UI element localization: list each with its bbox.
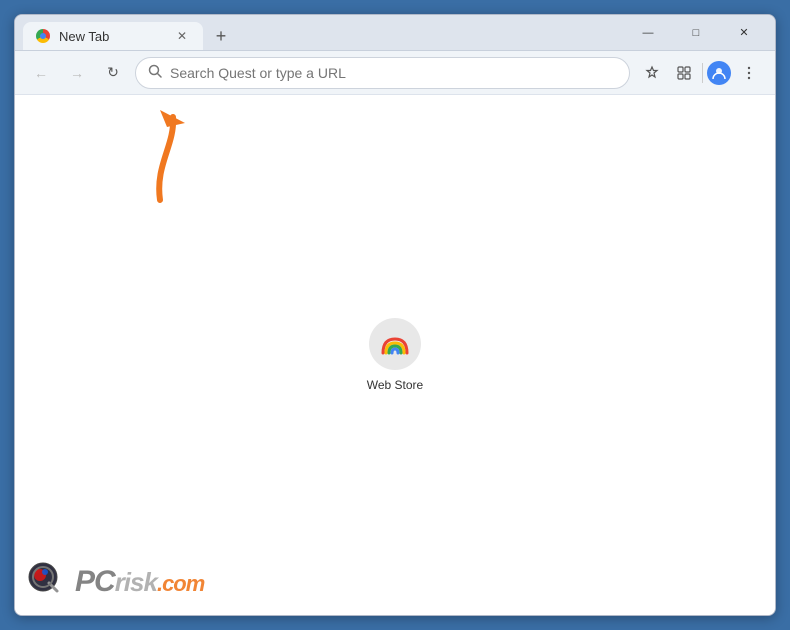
refresh-button[interactable]: ↻	[99, 59, 127, 87]
nav-actions	[638, 59, 763, 87]
browser-content: Web Store PCrisk.com	[15, 95, 775, 615]
tab-close-button[interactable]: ✕	[173, 27, 191, 45]
nav-divider	[702, 63, 703, 83]
profile-avatar[interactable]	[707, 61, 731, 85]
window-controls: — □ ✕	[625, 15, 767, 51]
url-input[interactable]	[170, 65, 617, 81]
watermark-text-block: PCrisk.com	[75, 567, 204, 597]
extensions-button[interactable]	[670, 59, 698, 87]
tab-strip: New Tab ✕ +	[23, 15, 621, 50]
pcrisk-logo	[27, 561, 69, 603]
nav-bar: ← → ↻	[15, 51, 775, 95]
title-bar: New Tab ✕ + — □ ✕	[15, 15, 775, 51]
search-icon	[148, 64, 162, 81]
tab-title: New Tab	[59, 29, 165, 44]
webstore-label: Web Store	[367, 378, 423, 392]
address-bar[interactable]	[135, 57, 630, 89]
webstore-icon	[379, 333, 411, 355]
arrow-annotation	[105, 105, 195, 220]
close-button[interactable]: ✕	[721, 15, 767, 51]
webstore-shortcut[interactable]: Web Store	[367, 318, 423, 392]
bookmark-button[interactable]	[638, 59, 666, 87]
tab-favicon	[35, 28, 51, 44]
webstore-icon-container	[369, 318, 421, 370]
forward-button[interactable]: →	[63, 59, 91, 87]
shortcuts-area: Web Store	[367, 318, 423, 392]
watermark-risk: risk	[115, 569, 157, 595]
active-tab[interactable]: New Tab ✕	[23, 22, 203, 50]
browser-window: New Tab ✕ + — □ ✕ ← → ↻	[14, 14, 776, 616]
watermark: PCrisk.com	[27, 561, 204, 603]
back-button[interactable]: ←	[27, 59, 55, 87]
chrome-favicon-icon	[36, 29, 50, 43]
minimize-button[interactable]: —	[625, 15, 671, 51]
new-tab-button[interactable]: +	[207, 22, 235, 50]
maximize-button[interactable]: □	[673, 15, 719, 51]
watermark-com: .com	[157, 573, 204, 595]
watermark-pc: PC	[75, 567, 115, 597]
more-menu-button[interactable]	[735, 59, 763, 87]
